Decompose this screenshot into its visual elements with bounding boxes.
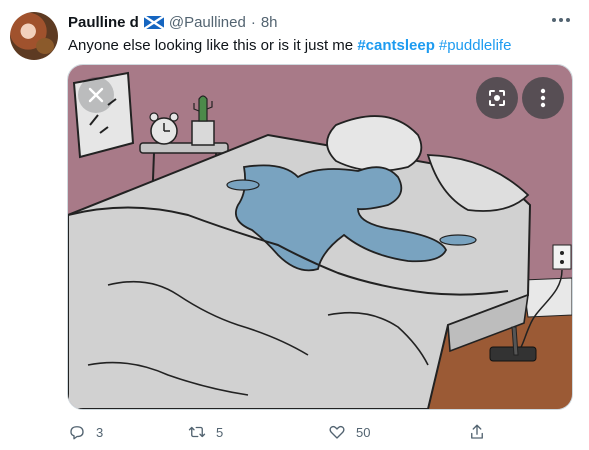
tweet-time[interactable]: 8h <box>261 14 278 31</box>
author-name[interactable]: Paulline d <box>68 14 139 31</box>
separator-dot: · <box>250 13 256 31</box>
retweet-count: 5 <box>216 424 224 440</box>
avatar[interactable] <box>10 12 58 60</box>
tweet-text: Anyone else looking like this or is it j… <box>68 36 511 56</box>
lens-icon[interactable] <box>476 77 518 119</box>
tweet-actions: 3 5 50 <box>68 420 508 444</box>
heart-icon <box>329 425 345 439</box>
like-count: 50 <box>356 424 371 440</box>
share-icon <box>471 424 483 439</box>
scotland-flag-icon <box>143 15 164 29</box>
author-handle[interactable]: @Paullined <box>169 14 246 31</box>
hashtag-cantsleep[interactable]: #cantsleep <box>357 37 435 54</box>
reply-icon <box>70 426 84 440</box>
tweet-header: Paulline d @Paullined · 8h <box>68 12 278 32</box>
dog-in-avatar <box>36 38 54 54</box>
tweet-image[interactable] <box>67 64 573 410</box>
hashtag-puddlelife[interactable]: #puddlelife <box>439 37 512 54</box>
reply-count: 3 <box>96 424 104 440</box>
like-button[interactable]: 50 <box>328 420 370 444</box>
tweet-body: Anyone else looking like this or is it j… <box>68 37 354 54</box>
more-vertical-icon[interactable] <box>522 77 564 119</box>
retweet-button[interactable]: 5 <box>188 420 223 444</box>
share-button[interactable] <box>468 420 486 444</box>
retweet-icon <box>188 426 206 438</box>
reply-button[interactable]: 3 <box>68 420 103 444</box>
close-icon[interactable] <box>78 77 114 113</box>
more-horizontal-icon[interactable] <box>547 8 575 32</box>
